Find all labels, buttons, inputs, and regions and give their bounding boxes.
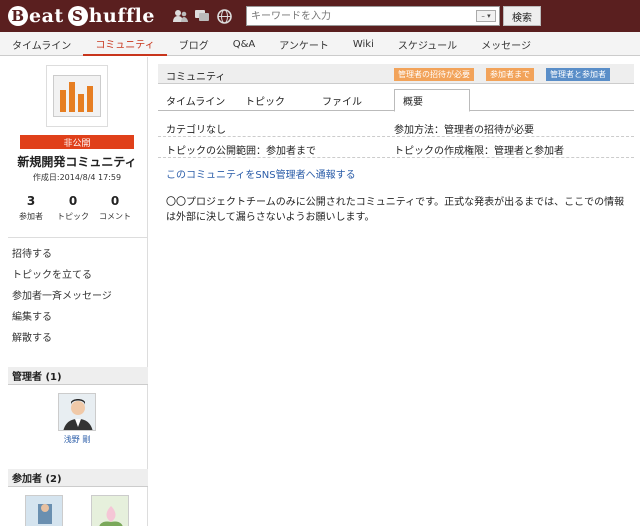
nav-blog[interactable]: ブログ <box>167 32 221 56</box>
report-link[interactable]: このコミュニティをSNS管理者へ通報する <box>166 166 356 181</box>
admin-and-members-badge: 管理者と参加者 <box>546 68 610 81</box>
community-sidebar: 非公開 新規開発コミュニティ 作成日:2014/8/4 17:59 3 参加者 … <box>0 57 148 526</box>
info-row: トピックの公開範囲：参加者まで トピックの作成権限：管理者と参加者 <box>158 138 634 158</box>
stat-members[interactable]: 3 参加者 <box>10 194 52 222</box>
stat-topics[interactable]: 0 トピック <box>52 194 94 222</box>
participant-member[interactable] <box>25 495 63 526</box>
participant-member[interactable] <box>91 495 129 526</box>
members-header: 参加者 (2) <box>8 469 148 487</box>
tab-timeline[interactable]: タイムライン <box>166 89 225 111</box>
topic-permission: トピックの作成権限：管理者と参加者 <box>394 146 564 157</box>
search-box: – ▾ <box>246 6 500 26</box>
new-topic-link[interactable]: トピックを立てる <box>12 265 112 286</box>
community-stats: 3 参加者 0 トピック 0 コメント <box>10 194 136 222</box>
avatar[interactable] <box>25 495 63 526</box>
community-description: 〇〇プロジェクトチームのみに公開されたコミュニティです。正式な発表が出るまでは、… <box>166 197 625 223</box>
community-thumbnail <box>46 65 108 127</box>
logo-text-1: eat <box>29 5 64 27</box>
community-name: 新規開発コミュニティ <box>17 155 137 169</box>
logo-b: B <box>8 6 28 26</box>
chat-icon[interactable] <box>194 8 210 24</box>
search-scope-dropdown[interactable]: – ▾ <box>476 10 496 22</box>
private-badge: 非公開 <box>20 135 134 149</box>
members-only-badge: 参加者まで <box>486 68 534 81</box>
nav-survey[interactable]: アンケート <box>267 32 341 56</box>
avatar[interactable] <box>58 393 96 431</box>
nav-community[interactable]: コミュニティ <box>83 32 167 56</box>
nav-message[interactable]: メッセージ <box>469 32 543 56</box>
join-method: 参加方法：管理者の招待が必要 <box>394 125 534 136</box>
users-icon[interactable] <box>172 8 188 24</box>
dissolve-link[interactable]: 解散する <box>12 328 112 349</box>
beat-shuffle-logo[interactable]: Beat Shuffle <box>8 4 155 28</box>
page-title: コミュニティ <box>166 72 226 83</box>
bulk-message-link[interactable]: 参加者一斉メッセージ <box>12 286 112 307</box>
admin-member[interactable]: 浅野 剛 <box>58 393 96 445</box>
search-input[interactable] <box>247 7 473 25</box>
created-date: 作成日:2014/8/4 17:59 <box>32 173 122 182</box>
nav-timeline[interactable]: タイムライン <box>0 32 83 56</box>
community-actions: 招待する トピックを立てる 参加者一斉メッセージ 編集する 解散する <box>12 244 112 349</box>
stat-members-label: 参加者 <box>19 212 43 221</box>
main-header: コミュニティ 管理者の招待が必要 参加者まで 管理者と参加者 <box>158 64 634 84</box>
info-row: カテゴリなし 参加方法：管理者の招待が必要 <box>158 117 634 137</box>
edit-link[interactable]: 編集する <box>12 307 112 328</box>
stat-comments-count: 0 <box>110 194 120 208</box>
nav-schedule[interactable]: スケジュール <box>386 32 469 56</box>
category: カテゴリなし <box>166 125 226 136</box>
bar-chart-icon <box>53 75 101 117</box>
community-tabs: タイムライン トピック ファイル 概要 <box>158 84 634 112</box>
admin-name[interactable]: 浅野 剛 <box>58 434 96 445</box>
stat-topics-label: トピック <box>57 212 89 221</box>
stat-members-count: 3 <box>26 194 36 208</box>
stat-comments[interactable]: 0 コメント <box>94 194 136 222</box>
invite-link[interactable]: 招待する <box>12 244 112 265</box>
tab-overview[interactable]: 概要 <box>394 89 470 112</box>
divider <box>8 237 148 238</box>
avatar[interactable] <box>91 495 129 526</box>
invite-required-badge: 管理者の招待が必要 <box>394 68 474 81</box>
main-nav: タイムライン コミュニティ ブログ Q&A アンケート Wiki スケジュール … <box>0 32 640 56</box>
tab-file[interactable]: ファイル <box>322 89 362 111</box>
topic-scope: トピックの公開範囲：参加者まで <box>166 146 316 157</box>
stat-topics-count: 0 <box>68 194 78 208</box>
top-header: Beat Shuffle – ▾ 検索 <box>0 0 640 32</box>
stat-comments-label: コメント <box>99 212 131 221</box>
admins-header: 管理者 (1) <box>8 367 148 385</box>
nav-qa[interactable]: Q&A <box>221 32 268 56</box>
tab-topic[interactable]: トピック <box>245 89 285 111</box>
logo-text-2: huffle <box>88 5 155 27</box>
globe-icon[interactable] <box>216 8 232 24</box>
header-icons <box>172 8 232 24</box>
logo-s: S <box>67 6 88 26</box>
nav-wiki[interactable]: Wiki <box>341 32 386 56</box>
search-button[interactable]: 検索 <box>503 6 541 26</box>
